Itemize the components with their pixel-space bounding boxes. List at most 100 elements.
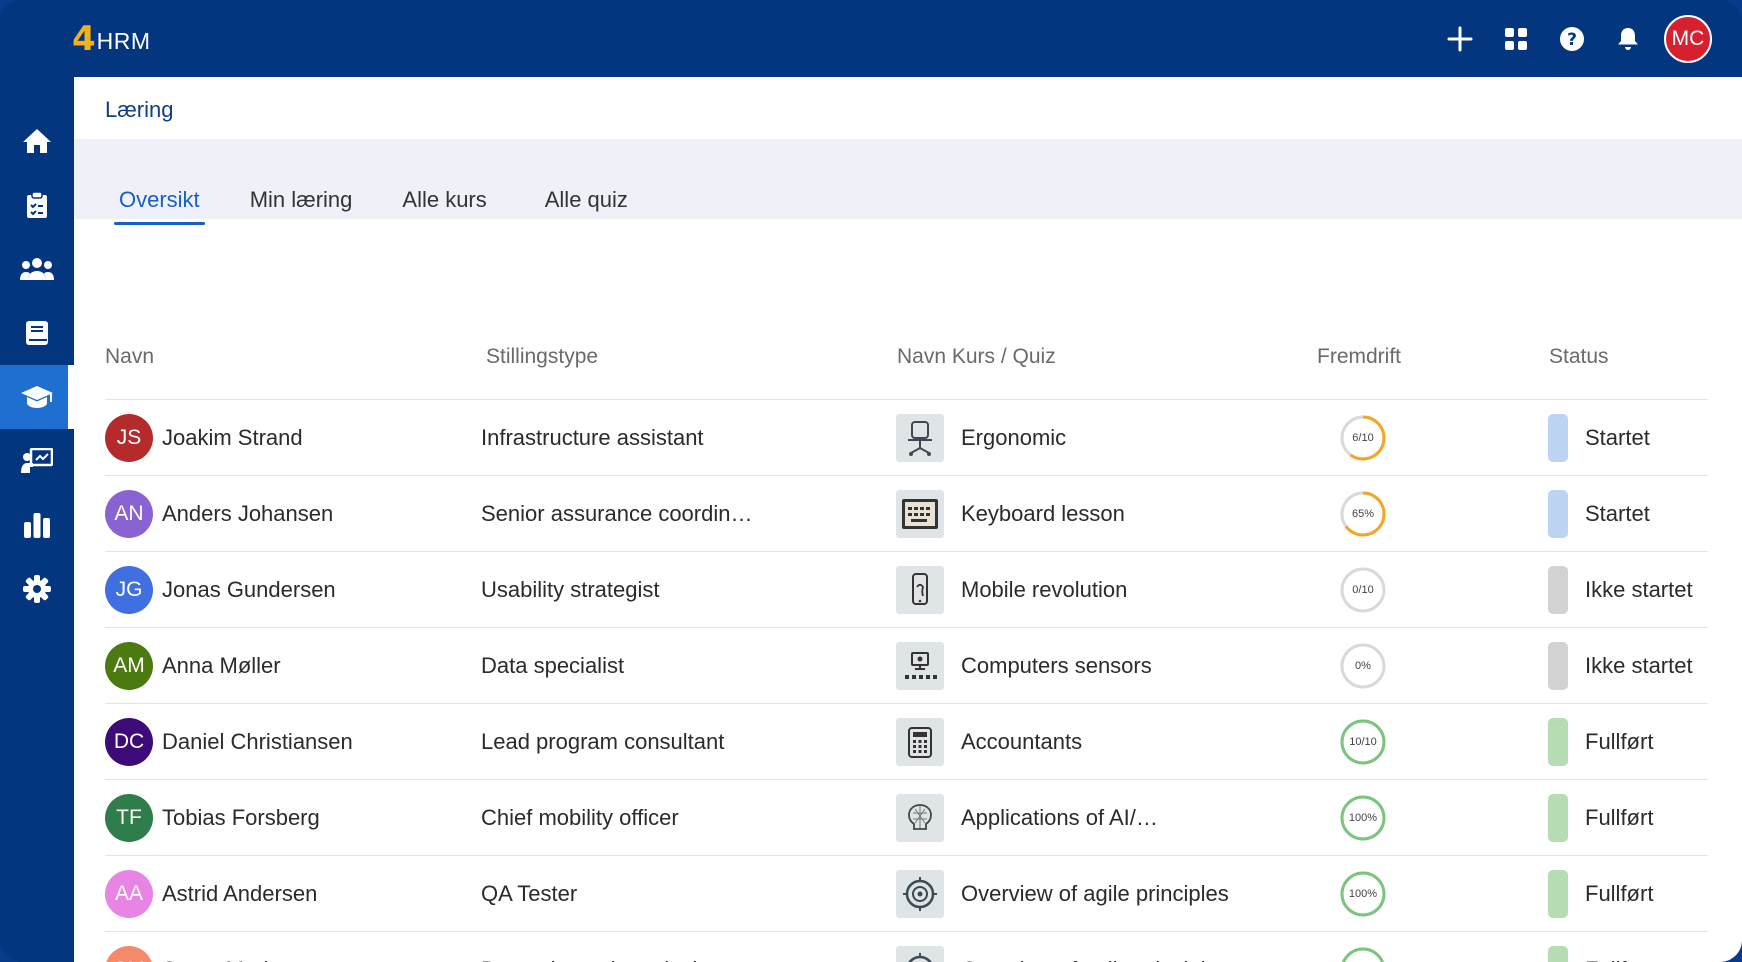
sidebar-item-learning[interactable] [0, 365, 74, 429]
progress-label: 100% [1348, 812, 1378, 824]
employee-name[interactable]: Astrid Andersen [162, 881, 317, 907]
column-header-name[interactable]: Navn [105, 345, 154, 369]
sidebar-item-tasks[interactable] [0, 173, 74, 237]
agile-cycle-icon [896, 946, 944, 962]
cell-name: DC Daniel Christiansen [105, 704, 353, 780]
cell-progress: 0/10 [1337, 552, 1389, 628]
column-header-course[interactable]: Navn Kurs / Quiz [897, 345, 1056, 369]
avatar[interactable]: TF [105, 794, 153, 842]
avatar[interactable]: JG [105, 566, 153, 614]
cell-job: Senior assurance coordin… [481, 476, 752, 552]
sidebar-item-handbook[interactable] [0, 301, 74, 365]
cell-progress: 6/10 [1337, 400, 1389, 476]
column-header-status[interactable]: Status [1549, 345, 1609, 369]
course-name[interactable]: Applications of AI/… [961, 805, 1158, 831]
avatar[interactable]: DC [105, 718, 153, 766]
user-avatar[interactable]: MC [1664, 15, 1712, 63]
status-indicator [1548, 566, 1568, 614]
job-title: Data specialist [481, 653, 625, 678]
progress-ring: 10/10 [1337, 716, 1389, 768]
sidebar-item-people[interactable] [0, 237, 74, 301]
cell-job: Infrastructure assistant [481, 400, 704, 476]
sidebar-item-presentation[interactable] [0, 429, 74, 493]
table-row[interactable]: JS Joakim Strand Infrastructure assistant E… [105, 400, 1708, 476]
employee-name[interactable]: Daniel Christiansen [162, 729, 353, 755]
course-name[interactable]: Computers sensors [961, 653, 1152, 679]
table-body: JS Joakim Strand Infrastructure assistant E… [105, 400, 1708, 962]
cell-status: Fullført [1548, 856, 1653, 932]
cell-status: Ikke startet [1548, 628, 1693, 704]
avatar[interactable]: AN [105, 490, 153, 538]
logo-mark: 4 [72, 19, 96, 59]
home-icon [23, 129, 51, 153]
avatar[interactable]: SM [105, 946, 153, 962]
progress-ring: 100% [1337, 868, 1389, 920]
bar-chart-icon [24, 513, 50, 538]
cell-status: Fullført [1548, 704, 1653, 780]
employee-name[interactable]: Anna Møller [162, 653, 281, 679]
cell-course: Mobile revolution [896, 552, 1127, 628]
course-name[interactable]: Accountants [961, 729, 1082, 755]
gear-icon [23, 575, 51, 603]
svg-text:?: ? [1567, 30, 1577, 50]
avatar[interactable]: AM [105, 642, 153, 690]
employee-name[interactable]: Tobias Forsberg [162, 805, 320, 831]
status-indicator [1548, 794, 1568, 842]
cell-job: Usability strategist [481, 552, 660, 628]
tab-alle-quiz[interactable]: Alle quiz [540, 181, 633, 225]
job-title: Dynamic markets designer [481, 957, 741, 962]
apps-grid-icon[interactable] [1488, 14, 1544, 64]
cell-status: Ikke startet [1548, 552, 1693, 628]
job-title: Infrastructure assistant [481, 425, 704, 450]
status-text: Fullført [1585, 805, 1654, 830]
progress-ring: 0% [1337, 640, 1389, 692]
column-header-job[interactable]: Stillingstype [486, 345, 598, 369]
employee-name[interactable]: Anders Johansen [162, 501, 333, 527]
column-header-progress[interactable]: Fremdrift [1317, 345, 1401, 369]
cell-name: AA Astrid Andersen [105, 856, 317, 932]
cell-status: Startet [1548, 400, 1650, 476]
bell-icon[interactable] [1600, 14, 1656, 64]
course-name[interactable]: Overview of agile principles [961, 957, 1229, 962]
cell-course: Applications of AI/… [896, 780, 1158, 856]
tabs: Oversikt Min læring Alle kurs Alle quiz [114, 181, 673, 225]
tab-min-laering[interactable]: Min læring [245, 181, 358, 225]
table-row[interactable]: DC Daniel Christiansen Lead program consul… [105, 704, 1708, 780]
employee-name[interactable]: Stuan Markussen [162, 957, 333, 962]
cell-progress: 0% [1337, 628, 1389, 704]
table-row[interactable]: JG Jonas Gundersen Usability strategist Mob… [105, 552, 1708, 628]
sidebar-item-home[interactable] [0, 109, 74, 173]
course-name[interactable]: Ergonomic [961, 425, 1066, 451]
progress-label: 10/10 [1349, 736, 1377, 748]
top-bar: 4 HRM ? MC [0, 0, 1742, 77]
help-icon[interactable]: ? [1544, 14, 1600, 64]
sidebar-item-reports[interactable] [0, 493, 74, 557]
course-name[interactable]: Keyboard lesson [961, 501, 1125, 527]
keyboard-icon [896, 490, 944, 538]
employee-name[interactable]: Joakim Strand [162, 425, 303, 451]
graduation-cap-icon [21, 386, 53, 408]
table-row[interactable]: AN Anders Johansen Senior assurance coordi… [105, 476, 1708, 552]
plus-icon[interactable] [1432, 14, 1488, 64]
progress-ring: 65% [1337, 488, 1389, 540]
avatar[interactable]: AA [105, 870, 153, 918]
table-row[interactable]: AA Astrid Andersen QA Tester Overview of ag… [105, 856, 1708, 932]
job-title: Usability strategist [481, 577, 660, 602]
cell-job: QA Tester [481, 856, 577, 932]
progress-label: 100% [1337, 944, 1389, 962]
sidebar-item-settings[interactable] [0, 557, 74, 621]
tab-alle-kurs[interactable]: Alle kurs [397, 181, 491, 225]
app-logo[interactable]: 4 HRM [72, 22, 151, 56]
table-row[interactable]: AM Anna Møller Data specialist Computers se… [105, 628, 1708, 704]
table-row[interactable]: TF Tobias Forsberg Chief mobility officer A… [105, 780, 1708, 856]
status-text: Startet [1585, 501, 1650, 526]
table-row[interactable]: SM Stuan Markussen Dynamic markets designe… [105, 932, 1708, 962]
course-name[interactable]: Overview of agile principles [961, 881, 1229, 907]
calculator-icon [896, 718, 944, 766]
avatar[interactable]: JS [105, 414, 153, 462]
page-header: Læring [74, 77, 1742, 139]
employee-name[interactable]: Jonas Gundersen [162, 577, 336, 603]
sidebar [0, 77, 74, 962]
course-name[interactable]: Mobile revolution [961, 577, 1127, 603]
tab-oversikt[interactable]: Oversikt [114, 181, 205, 225]
